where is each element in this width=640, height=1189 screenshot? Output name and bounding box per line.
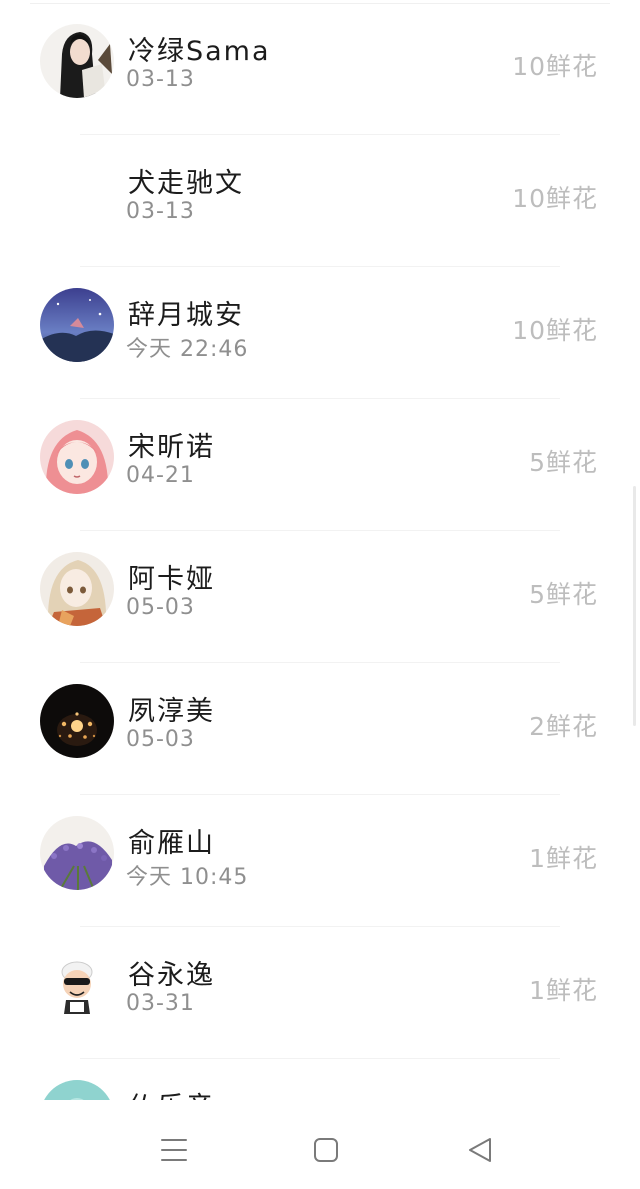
contact-name: 仏乐音 bbox=[128, 1085, 215, 1100]
list-item[interactable]: 冷绿Sama 03-13 10鲜花 bbox=[0, 3, 640, 135]
contact-date: 05-03 bbox=[126, 595, 195, 620]
avatar[interactable] bbox=[40, 156, 114, 230]
flower-count: 1鲜花 bbox=[529, 844, 598, 873]
contact-name: 冷绿Sama bbox=[128, 36, 271, 67]
contact-date: 03-13 bbox=[126, 199, 195, 224]
contact-name: 谷永逸 bbox=[128, 960, 215, 991]
teal-avatar-icon bbox=[40, 1080, 114, 1100]
avatar[interactable] bbox=[40, 552, 114, 626]
flower-count: 2鲜花 bbox=[529, 712, 598, 741]
list-item[interactable]: 谷永逸 03-31 1鲜花 bbox=[0, 927, 640, 1059]
list-item[interactable]: 宋昕诺 04-21 5鲜花 bbox=[0, 399, 640, 531]
list-item[interactable]: 阿卡娅 05-03 5鲜花 bbox=[0, 531, 640, 663]
contact-date: 今天 10:45 bbox=[126, 865, 249, 890]
list-item[interactable]: 犬走驰文 03-13 10鲜花 bbox=[0, 135, 640, 267]
avatar[interactable] bbox=[40, 816, 114, 890]
night-sky-landscape-icon bbox=[40, 288, 114, 362]
list-item[interactable]: 仏乐音 bbox=[0, 1059, 640, 1100]
list-item[interactable]: 俞雁山 今天 10:45 1鲜花 bbox=[0, 795, 640, 927]
avatar[interactable] bbox=[40, 420, 114, 494]
contact-date: 05-03 bbox=[126, 727, 195, 752]
contact-name: 辞月城安 bbox=[128, 300, 244, 331]
contact-date: 04-21 bbox=[126, 463, 195, 488]
flower-count: 1鲜花 bbox=[529, 976, 598, 1005]
flower-count: 10鲜花 bbox=[512, 184, 598, 213]
portrait-long-hair-icon bbox=[40, 24, 114, 98]
back-triangle-icon bbox=[469, 1138, 491, 1162]
contact-date: 今天 22:46 bbox=[126, 337, 249, 362]
flower-count: 5鲜花 bbox=[529, 580, 598, 609]
home-square-icon bbox=[314, 1138, 338, 1162]
contact-date: 03-31 bbox=[126, 991, 195, 1016]
list-item[interactable]: 夙淳美 05-03 2鲜花 bbox=[0, 663, 640, 795]
avatar[interactable] bbox=[40, 24, 114, 98]
home-button[interactable] bbox=[306, 1130, 346, 1170]
scrollbar[interactable] bbox=[633, 486, 636, 726]
lavender-flowers-icon bbox=[40, 816, 114, 890]
contact-name: 俞雁山 bbox=[128, 828, 215, 859]
cartoon-boy-sunglasses-icon bbox=[40, 948, 114, 1022]
back-button[interactable] bbox=[460, 1130, 500, 1170]
menu-icon bbox=[161, 1139, 187, 1161]
pink-hair-anime-girl-icon bbox=[40, 420, 114, 494]
contact-date: 03-13 bbox=[126, 67, 195, 92]
contact-name: 宋昕诺 bbox=[128, 432, 215, 463]
system-navigation-bar bbox=[0, 1104, 640, 1189]
blank-avatar-icon bbox=[40, 156, 114, 230]
flower-count: 5鲜花 bbox=[529, 448, 598, 477]
screen: 冷绿Sama 03-13 10鲜花 犬走驰文 03-13 10鲜花 辞月城安 今… bbox=[0, 0, 640, 1189]
avatar[interactable] bbox=[40, 1080, 114, 1100]
avatar[interactable] bbox=[40, 948, 114, 1022]
contact-name: 阿卡娅 bbox=[128, 564, 215, 595]
contact-name: 夙淳美 bbox=[128, 696, 215, 727]
flower-count: 10鲜花 bbox=[512, 316, 598, 345]
avatar[interactable] bbox=[40, 288, 114, 362]
star-lantern-icon bbox=[40, 684, 114, 758]
flower-count: 10鲜花 bbox=[512, 52, 598, 81]
contact-name: 犬走驰文 bbox=[128, 168, 244, 199]
flower-ranking-list[interactable]: 冷绿Sama 03-13 10鲜花 犬走驰文 03-13 10鲜花 辞月城安 今… bbox=[0, 0, 640, 1100]
blonde-anime-girl-icon bbox=[40, 552, 114, 626]
list-item[interactable]: 辞月城安 今天 22:46 10鲜花 bbox=[0, 267, 640, 399]
menu-button[interactable] bbox=[154, 1130, 194, 1170]
avatar[interactable] bbox=[40, 684, 114, 758]
